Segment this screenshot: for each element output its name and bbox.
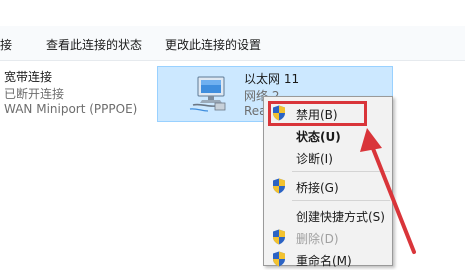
annotation-arrow-icon bbox=[360, 128, 416, 254]
